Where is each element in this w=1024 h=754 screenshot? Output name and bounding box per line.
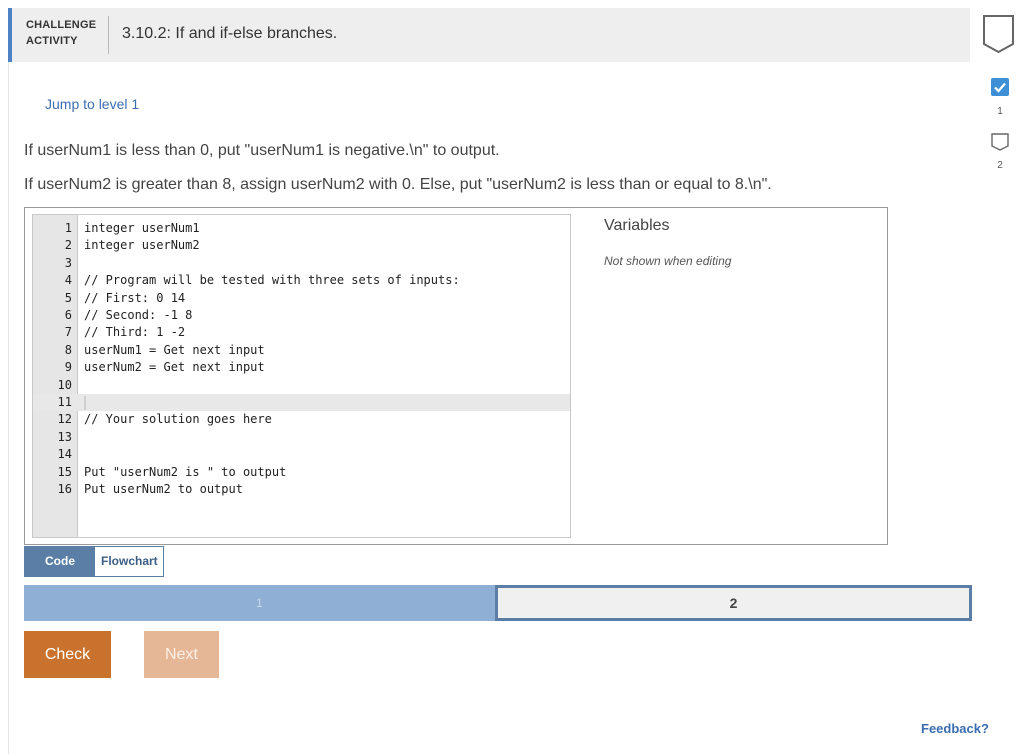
feedback-link[interactable]: Feedback? bbox=[921, 721, 989, 736]
activity-type-line2: ACTIVITY bbox=[26, 35, 78, 47]
code-line[interactable]: 4 // Program will be tested with three se… bbox=[33, 272, 570, 289]
line-number: 11 bbox=[57, 395, 72, 409]
activity-type-label: CHALLENGE ACTIVITY bbox=[26, 17, 96, 49]
line-number: 12 bbox=[57, 412, 72, 427]
left-divider bbox=[8, 62, 9, 754]
checkbox-empty-icon[interactable] bbox=[991, 133, 1009, 151]
code-line[interactable]: 14 bbox=[33, 446, 570, 463]
text-cursor bbox=[84, 396, 86, 410]
line-code-text: userNum1 = Get next input bbox=[84, 342, 265, 357]
unchecked-shield-icon bbox=[983, 15, 1014, 54]
line-code-text: userNum2 = Get next input bbox=[84, 360, 265, 375]
level-number-2: 2 bbox=[997, 160, 1003, 171]
line-number: 10 bbox=[57, 377, 72, 392]
code-line[interactable]: 15 Put "userNum2 is " to output bbox=[33, 464, 570, 481]
code-line[interactable]: 13 bbox=[33, 429, 570, 446]
code-line[interactable]: 9 userNum2 = Get next input bbox=[33, 359, 570, 376]
line-code-text: Put "userNum2 is " to output bbox=[84, 464, 287, 479]
line-code-text: // First: 0 14 bbox=[84, 290, 186, 305]
code-line[interactable]: 12 // Your solution goes here bbox=[33, 411, 570, 428]
check-button[interactable]: Check bbox=[24, 631, 111, 678]
code-line[interactable]: 6 // Second: -1 8 bbox=[33, 307, 570, 324]
line-number: 1 bbox=[64, 221, 72, 235]
line-number: 3 bbox=[64, 255, 72, 270]
variables-title: Variables bbox=[604, 217, 670, 234]
line-number: 6 bbox=[64, 308, 72, 322]
code-line[interactable]: 5 // First: 0 14 bbox=[33, 290, 570, 307]
progress-segment-2[interactable]: 2 bbox=[495, 585, 972, 621]
code-line[interactable]: 3 bbox=[33, 255, 570, 272]
challenge-workarea: 1 integer userNum1 2 integer userNum2 3 4 // P… bbox=[24, 207, 888, 545]
line-number: 5 bbox=[64, 290, 72, 305]
line-number: 2 bbox=[64, 238, 72, 253]
jump-to-level-link[interactable]: Jump to level 1 bbox=[45, 96, 139, 112]
code-line[interactable]: 2 integer userNum2 bbox=[33, 237, 570, 254]
line-number: 16 bbox=[57, 482, 72, 496]
line-number: 13 bbox=[57, 429, 72, 444]
line-code-text: Put userNum2 to output bbox=[84, 482, 243, 496]
activity-type-line1: CHALLENGE bbox=[26, 19, 97, 31]
header-separator bbox=[108, 16, 109, 54]
challenge-header: CHALLENGE ACTIVITY 3.10.2: If and if-els… bbox=[8, 8, 970, 62]
tab-code[interactable]: Code bbox=[25, 547, 95, 576]
line-code-text: // Your solution goes here bbox=[84, 412, 272, 427]
code-line[interactable]: 10 bbox=[33, 377, 570, 394]
line-code-text: integer userNum1 bbox=[84, 221, 200, 235]
code-line[interactable]: 8 userNum1 = Get next input bbox=[33, 342, 570, 359]
line-number: 8 bbox=[64, 342, 72, 357]
line-number: 14 bbox=[57, 447, 72, 462]
progress-segment-1[interactable]: 1 bbox=[24, 585, 495, 621]
instruction-text-1: If userNum1 is less than 0, put "userNum… bbox=[24, 142, 500, 159]
checkbox-checked-icon[interactable] bbox=[991, 78, 1009, 96]
line-number: 9 bbox=[64, 360, 72, 375]
line-code-text: // Second: -1 8 bbox=[84, 308, 193, 322]
next-button[interactable]: Next bbox=[144, 631, 219, 678]
view-tabs: Code Flowchart bbox=[24, 546, 164, 577]
line-code-text: // Third: 1 -2 bbox=[84, 325, 186, 340]
variables-note: Not shown when editing bbox=[604, 254, 732, 268]
line-number: 15 bbox=[57, 464, 72, 479]
instruction-text-2: If userNum2 is greater than 8, assign us… bbox=[24, 176, 772, 193]
level-number-1: 1 bbox=[997, 106, 1003, 117]
code-line[interactable]: 16 Put userNum2 to output bbox=[33, 481, 570, 498]
line-number: 4 bbox=[64, 273, 72, 288]
level-progress-bar: 1 2 bbox=[24, 585, 972, 621]
line-number: 7 bbox=[64, 325, 72, 340]
tab-flowchart[interactable]: Flowchart bbox=[95, 547, 163, 576]
code-line[interactable]: 1 integer userNum1 bbox=[33, 220, 570, 237]
code-line[interactable]: 7 // Third: 1 -2 bbox=[33, 324, 570, 341]
code-line[interactable]: 11 bbox=[33, 394, 570, 412]
line-code-text: // Program will be tested with three set… bbox=[84, 273, 460, 288]
line-code-text: integer userNum2 bbox=[84, 238, 200, 253]
activity-title: 3.10.2: If and if-else branches. bbox=[122, 25, 338, 42]
code-editor[interactable]: 1 integer userNum1 2 integer userNum2 3 4 // P… bbox=[32, 214, 571, 538]
